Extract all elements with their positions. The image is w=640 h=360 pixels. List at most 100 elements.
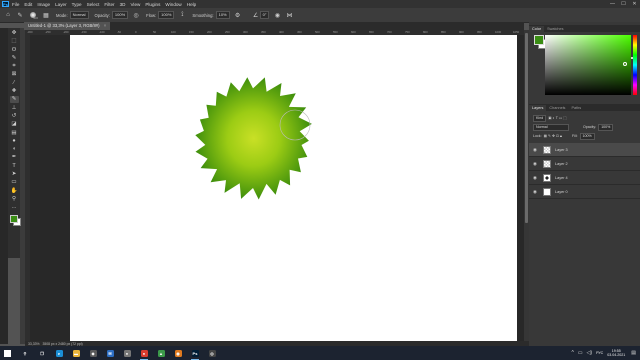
taskbar-app-orange-icon[interactable]: ◉ <box>172 346 184 360</box>
filter-icons[interactable]: ▣ ◐ T ▭ ⬚ <box>548 116 566 120</box>
menu-file[interactable]: File <box>12 2 19 7</box>
menu-edit[interactable]: Edit <box>24 2 32 7</box>
foreground-color-swatch[interactable] <box>534 35 544 45</box>
tab-swatches[interactable]: Swatches <box>544 26 566 32</box>
mode-select[interactable]: Normal <box>69 11 89 19</box>
symmetry-icon[interactable]: ⋈ <box>285 11 293 19</box>
marquee-tool-icon[interactable]: ⬚ <box>10 38 19 45</box>
layer-row[interactable]: ◉ Layer 2 <box>529 157 640 171</box>
menu-view[interactable]: View <box>130 2 140 7</box>
brush-preset-icon[interactable]: ✎ <box>16 11 24 19</box>
network-icon[interactable]: ▭ <box>578 350 583 356</box>
move-tool-icon[interactable]: ✥ <box>10 30 19 37</box>
document-tab[interactable]: Untitled-1 @ 33,3% (Layer 3, RGB/8#) × <box>24 22 111 30</box>
taskbar-explorer-icon[interactable]: ▬ <box>70 346 82 360</box>
start-button[interactable] <box>0 346 14 360</box>
taskbar-mail-icon[interactable]: ✉ <box>104 346 116 360</box>
volume-icon[interactable]: ◁) <box>587 350 593 356</box>
notifications-icon[interactable]: ▤ <box>631 350 636 356</box>
scrollbar-thumb[interactable] <box>525 33 528 223</box>
lasso-tool-icon[interactable]: ʘ <box>10 47 19 54</box>
toolbar-color-swatches[interactable] <box>9 214 21 226</box>
crop-tool-icon[interactable]: ⌗ <box>10 63 19 70</box>
pen-tool-icon[interactable]: ✒ <box>10 154 19 161</box>
minimize-button[interactable]: — <box>607 1 618 7</box>
color-field[interactable] <box>545 35 631 95</box>
eye-icon[interactable]: ◉ <box>532 175 538 181</box>
taskbar-search-icon[interactable]: ⚲ <box>19 346 31 360</box>
maximize-button[interactable]: ☐ <box>618 1 629 7</box>
menu-window[interactable]: Window <box>165 2 181 7</box>
more-tools-icon[interactable]: … <box>10 204 19 211</box>
healing-tool-icon[interactable]: ✚ <box>10 88 19 95</box>
eye-icon[interactable]: ◉ <box>532 161 538 167</box>
taskbar-edge-icon[interactable]: e <box>53 346 65 360</box>
eyedropper-tool-icon[interactable]: ⁄ <box>10 80 19 87</box>
lock-icons[interactable]: ▦ ✎ ✥ ⊡ 🔒︎ <box>544 134 562 138</box>
menu-plugins[interactable]: Plugins <box>145 2 160 7</box>
layer-row[interactable]: ◉ Layer 3 <box>529 143 640 157</box>
hue-slider-handle[interactable] <box>631 57 635 59</box>
tab-paths[interactable]: Paths <box>568 105 584 111</box>
taskbar-app-gray-icon[interactable]: ● <box>121 346 133 360</box>
path-select-tool-icon[interactable]: ➤ <box>10 171 19 178</box>
eye-icon[interactable]: ◉ <box>532 189 538 195</box>
brush-picker[interactable]: 500 <box>30 10 38 20</box>
history-brush-tool-icon[interactable]: ↺ <box>10 113 19 120</box>
menu-layer[interactable]: Layer <box>55 2 67 7</box>
pressure-opacity-icon[interactable]: ◎ <box>132 11 140 19</box>
zoom-level[interactable]: 33,33% <box>28 342 40 346</box>
brush-settings-icon[interactable]: ▦ <box>42 11 50 19</box>
pressure-size-icon[interactable]: ◉ <box>273 11 281 19</box>
gradient-tool-icon[interactable]: ▤ <box>10 130 19 137</box>
close-window-button[interactable]: ✕ <box>629 1 640 7</box>
language-indicator[interactable]: РУС <box>596 351 603 355</box>
angle-input[interactable]: 0° <box>259 11 270 19</box>
menu-help[interactable]: Help <box>187 2 196 7</box>
clock[interactable]: 19:55 03.04.2021 <box>607 349 625 358</box>
shape-tool-icon[interactable]: ▭ <box>10 179 19 186</box>
flow-input[interactable]: 100% <box>158 11 175 19</box>
smoothing-settings-icon[interactable]: ⚙ <box>234 11 242 19</box>
taskbar-photoshop-icon[interactable]: Ps <box>189 346 201 360</box>
home-icon[interactable]: ⌂ <box>4 11 12 19</box>
layer-filter-select[interactable]: Kind <box>533 114 547 122</box>
hand-tool-icon[interactable]: ✋ <box>10 188 19 195</box>
menu-select[interactable]: Select <box>87 2 100 7</box>
taskbar-store-icon[interactable]: ◆ <box>87 346 99 360</box>
smoothing-input[interactable]: 10% <box>215 11 230 19</box>
fill-input[interactable]: 100% <box>579 132 595 140</box>
menu-filter[interactable]: Filter <box>104 2 114 7</box>
layer-row[interactable]: ◉ Layer 0 <box>529 185 640 199</box>
taskbar-chrome-icon[interactable]: ● <box>138 346 150 360</box>
close-document-button[interactable]: × <box>104 23 106 28</box>
hue-slider[interactable] <box>633 35 637 95</box>
brush-tool-icon[interactable]: ✎ <box>9 96 19 104</box>
layer-opacity-input[interactable]: 100% <box>598 123 614 131</box>
chevron-up-icon[interactable]: ^ <box>571 350 573 356</box>
color-picker-marker[interactable] <box>623 62 627 66</box>
frame-tool-icon[interactable]: ⊠ <box>10 71 19 78</box>
opacity-input[interactable]: 100% <box>111 11 129 19</box>
taskbar-app-circle-icon[interactable]: ◎ <box>206 346 218 360</box>
airbrush-icon[interactable]: ⟟ <box>178 11 186 19</box>
tab-channels[interactable]: Channels <box>546 105 568 111</box>
eye-icon[interactable]: ◉ <box>532 147 538 153</box>
taskbar-app-green-icon[interactable]: ▲ <box>155 346 167 360</box>
toolbar-foreground-swatch[interactable] <box>9 214 18 223</box>
layer-row[interactable]: ◉ Layer 4 <box>529 171 640 185</box>
dodge-tool-icon[interactable]: ◖ <box>10 146 19 153</box>
stamp-tool-icon[interactable]: ⊥ <box>10 105 19 112</box>
type-tool-icon[interactable]: T <box>10 163 19 170</box>
taskbar-task-view-icon[interactable]: ❐ <box>36 346 48 360</box>
menu-image[interactable]: Image <box>37 2 50 7</box>
tab-color[interactable]: Color <box>529 26 545 32</box>
eraser-tool-icon[interactable]: ◪ <box>10 121 19 128</box>
blend-mode-select[interactable]: Normal <box>533 123 569 131</box>
blur-tool-icon[interactable]: ● <box>10 138 19 145</box>
menu-3d[interactable]: 3D <box>120 2 126 7</box>
tab-layers[interactable]: Layers <box>529 105 547 111</box>
menu-type[interactable]: Type <box>72 2 82 7</box>
zoom-tool-icon[interactable]: ⚲ <box>10 196 19 203</box>
quick-select-tool-icon[interactable]: ✎ <box>10 55 19 62</box>
